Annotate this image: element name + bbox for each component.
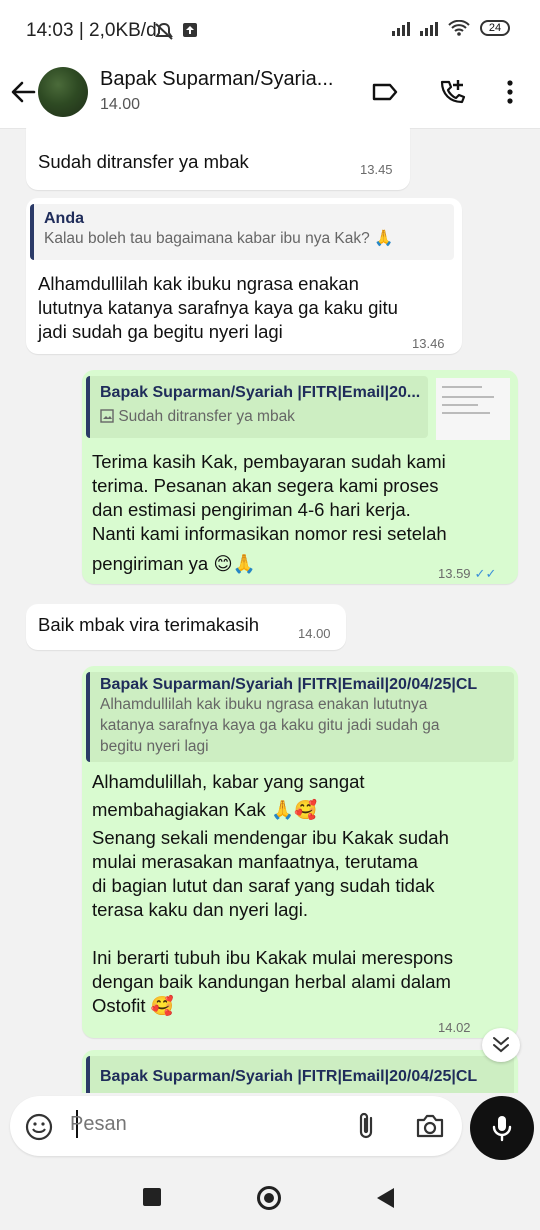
message-time: 13.45	[360, 162, 393, 177]
dnd-icon	[155, 22, 173, 40]
mic-icon	[492, 1116, 512, 1142]
message-input[interactable]	[68, 1112, 332, 1137]
signal-icon-2	[420, 20, 438, 36]
voice-record-button[interactable]	[470, 1096, 534, 1160]
message-time: 13.59 ✓✓	[438, 566, 497, 581]
back-arrow-icon[interactable]	[8, 74, 38, 110]
message-time: 14.00	[298, 626, 331, 641]
quoted-text: Alhamdullilah kak ibuku ngrasa enakan lu…	[100, 696, 440, 755]
chat-area[interactable]: Sudah ditransfer ya mbak 13.45 Anda Kala…	[0, 128, 540, 1093]
contact-name[interactable]: Bapak Suparman/Syaria...	[100, 68, 333, 91]
message-bubble[interactable]: Bapak Suparman/Syariah |FITR|Email|20...…	[82, 370, 518, 584]
more-icon[interactable]	[492, 74, 528, 110]
camera-icon[interactable]	[414, 1110, 446, 1142]
message-time: 13.46	[412, 336, 445, 351]
chevrons-down-icon	[493, 1037, 509, 1053]
quoted-author: Bapak Suparman/Syariah |FITR|Email|20/04…	[100, 1068, 478, 1085]
message-bubble[interactable]: Bapak Suparman/Syariah |FITR|Email|20/04…	[82, 666, 518, 1038]
nav-home-icon[interactable]	[256, 1185, 282, 1211]
image-icon	[100, 409, 114, 423]
quoted-image-thumbnail[interactable]	[436, 378, 510, 440]
upload-notification-icon	[183, 23, 197, 37]
message-bubble[interactable]: Anda Kalau boleh tau bagaimana kabar ibu…	[26, 198, 462, 354]
message-composer[interactable]	[10, 1096, 462, 1156]
chat-header: Bapak Suparman/Syaria... 14.00	[0, 60, 540, 129]
avatar[interactable]	[38, 67, 88, 117]
system-nav-bar	[0, 1165, 540, 1230]
quoted-message[interactable]: Anda Kalau boleh tau bagaimana kabar ibu…	[30, 204, 454, 260]
scroll-to-bottom-button[interactable]	[482, 1028, 520, 1062]
message-bubble[interactable]: Bapak Suparman/Syariah |FITR|Email|20/04…	[82, 1050, 518, 1093]
message-bubble[interactable]: Baik mbak vira terimakasih 14.00	[26, 604, 346, 650]
message-text: Baik mbak vira terimakasih	[38, 614, 260, 635]
nav-back-icon[interactable]	[374, 1186, 396, 1210]
add-call-icon[interactable]	[434, 74, 470, 110]
quoted-text: Sudah ditransfer ya mbak	[100, 406, 428, 427]
quoted-author: Bapak Suparman/Syariah |FITR|Email|20...	[100, 384, 421, 401]
battery-icon: 24	[480, 20, 510, 36]
status-time: 14:03 | 2,0KB/d	[26, 20, 157, 41]
message-bubble[interactable]: Sudah ditransfer ya mbak 13.45	[26, 128, 410, 190]
status-bar: 14:03 | 2,0KB/d 24	[0, 0, 540, 60]
quoted-message[interactable]: Bapak Suparman/Syariah |FITR|Email|20...…	[86, 376, 428, 438]
nav-recent-icon[interactable]	[143, 1188, 161, 1206]
contact-last-seen: 14.00	[100, 96, 141, 113]
quoted-author: Bapak Suparman/Syariah |FITR|Email|20/04…	[100, 676, 478, 693]
label-icon[interactable]	[366, 74, 402, 110]
message-text: Sudah ditransfer ya mbak	[38, 151, 249, 172]
attach-icon[interactable]	[352, 1110, 382, 1142]
message-text: Alhamdullilah kak ibuku ngrasa enakan lu…	[38, 273, 398, 342]
emoji-icon[interactable]	[24, 1112, 54, 1142]
quoted-text: Kalau boleh tau bagaimana kabar ibu nya …	[44, 230, 394, 247]
message-time: 14.02	[438, 1020, 471, 1035]
message-text: Terima kasih Kak, pembayaran sudah kami …	[92, 451, 447, 574]
signal-icon	[392, 20, 410, 36]
read-ticks-icon: ✓✓	[474, 566, 497, 581]
quoted-message[interactable]: Bapak Suparman/Syariah |FITR|Email|20/04…	[86, 1056, 514, 1093]
message-text: Alhamdulillah, kabar yang sangat membaha…	[92, 771, 453, 1016]
quoted-message[interactable]: Bapak Suparman/Syariah |FITR|Email|20/04…	[86, 672, 514, 762]
wifi-icon	[448, 20, 470, 36]
quoted-author: Anda	[44, 210, 84, 227]
